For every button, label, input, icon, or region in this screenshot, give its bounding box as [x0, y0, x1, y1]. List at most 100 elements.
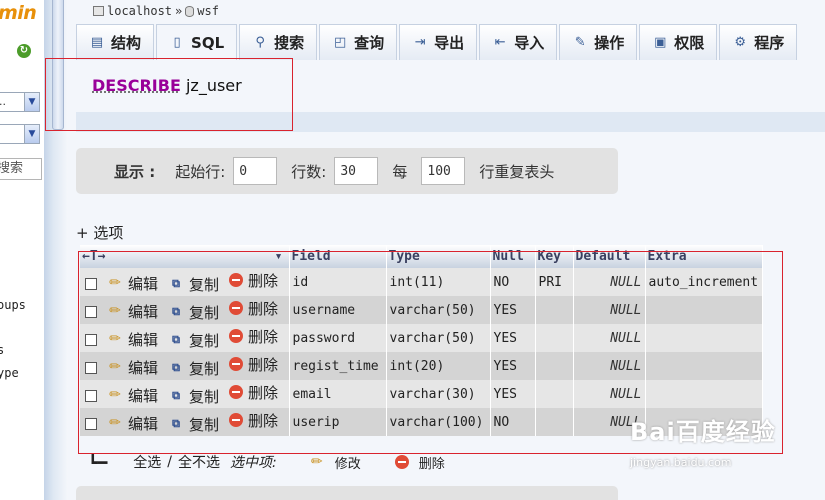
edit-button[interactable]: ✏ 编辑: [107, 329, 158, 350]
row-checkbox[interactable]: [85, 305, 97, 318]
tab-routines[interactable]: ⚙ 程序: [719, 24, 798, 60]
rows-input[interactable]: [334, 157, 379, 185]
cell-default: NULL: [573, 268, 646, 296]
edit-button[interactable]: ✏ 编辑: [107, 301, 158, 322]
tab-sql[interactable]: ▯ SQL: [156, 24, 238, 60]
scrollbar-thumb[interactable]: [52, 0, 64, 130]
copy-button[interactable]: ⧉ 复制: [168, 386, 219, 407]
cell-extra: [645, 380, 763, 408]
table-select[interactable]: ▼: [0, 124, 40, 144]
cell-extra: [645, 296, 763, 324]
table-row[interactable]: ✏ 编辑 ⧉ 复制 删除 id int(11) NO PRI NULL auto_increment: [80, 268, 763, 296]
row-actions-cell: ✏ 编辑 ⧉ 复制 删除: [80, 352, 290, 380]
table-row[interactable]: ✏ 编辑 ⧉ 复制 删除 password varchar(50) YES NULL: [80, 324, 763, 352]
cell-field: email: [289, 380, 387, 408]
delete-label: 删除: [248, 383, 279, 402]
column-header-field[interactable]: Field: [289, 245, 387, 268]
breadcrumb-server[interactable]: localhost: [107, 4, 172, 18]
delete-label: 删除: [248, 271, 279, 290]
row-checkbox[interactable]: [85, 389, 97, 402]
options-link[interactable]: + 选项: [76, 222, 123, 243]
tab-privileges[interactable]: ▣ 权限: [639, 24, 718, 60]
edit-button[interactable]: ✏ 编辑: [107, 357, 158, 378]
delete-button[interactable]: 删除: [229, 298, 278, 319]
table-row[interactable]: ✏ 编辑 ⧉ 复制 删除 regist_time int(20) YES NULL: [80, 352, 763, 380]
row-checkbox[interactable]: [85, 417, 97, 430]
column-header-extra[interactable]: Extra: [645, 245, 763, 268]
tab-label: 搜索: [274, 34, 305, 52]
tab-import[interactable]: ⇤ 导入: [479, 24, 558, 60]
search-icon: ⚲: [255, 35, 265, 50]
bulk-edit-button[interactable]: ✏ 修改: [309, 453, 361, 472]
cell-null: YES: [490, 296, 536, 324]
row-checkbox[interactable]: [85, 333, 97, 346]
sort-dropdown-icon[interactable]: ▾: [275, 249, 283, 264]
row-checkbox[interactable]: [85, 361, 97, 374]
sort-arrows-header[interactable]: ←T→ ▾: [80, 245, 290, 268]
column-header-null[interactable]: Null: [490, 245, 536, 268]
pencil-icon: ✏: [109, 275, 121, 291]
copy-button[interactable]: ⧉ 复制: [168, 302, 219, 323]
frame-divider[interactable]: [44, 0, 68, 500]
selection-separator: /: [167, 454, 172, 470]
row-checkbox[interactable]: [85, 277, 97, 290]
sort-arrows[interactable]: ←T→: [82, 249, 105, 264]
database-select[interactable]: .. ▼: [0, 92, 40, 112]
nav-item[interactable]: ype: [0, 366, 19, 380]
breadcrumb-database[interactable]: wsf: [197, 4, 219, 18]
repeat-header-input[interactable]: [421, 157, 466, 185]
tab-label: 结构: [111, 34, 142, 52]
edit-button[interactable]: ✏ 编辑: [107, 413, 158, 434]
tab-operations[interactable]: ✎ 操作: [559, 24, 638, 60]
tab-search[interactable]: ⚲ 搜索: [239, 24, 318, 60]
watermark-url: jingyan.baidu.com: [630, 456, 732, 469]
copy-button[interactable]: ⧉ 复制: [168, 274, 219, 295]
chevron-down-icon: ▼: [24, 125, 39, 143]
column-header-default[interactable]: Default: [573, 245, 646, 268]
delete-button[interactable]: 删除: [229, 270, 278, 291]
export-icon: ⇥: [414, 35, 426, 50]
cell-extra: auto_increment: [645, 268, 763, 296]
copy-label: 复制: [189, 415, 220, 434]
cell-key: [535, 380, 574, 408]
uncheck-all-link: 全不选: [177, 455, 220, 471]
copy-button[interactable]: ⧉ 复制: [168, 414, 219, 435]
tab-export[interactable]: ⇥ 导出: [399, 24, 478, 60]
show-button[interactable]: 显示 :: [114, 161, 155, 182]
cell-default: NULL: [573, 296, 646, 324]
cell-key: [535, 324, 574, 352]
with-selected-label: 选中项:: [229, 455, 277, 471]
tab-structure[interactable]: ▤ 结构: [76, 24, 155, 60]
delete-button[interactable]: 删除: [229, 382, 278, 403]
table-row[interactable]: ✏ 编辑 ⧉ 复制 删除 email varchar(30) YES NULL: [80, 380, 763, 408]
column-header-key[interactable]: Key: [535, 245, 574, 268]
display-options-bar: 显示 : 起始行: 行数: 每 行重复表头: [76, 148, 618, 194]
delete-icon: [229, 385, 244, 399]
edit-label: 编辑: [128, 330, 159, 349]
table-row[interactable]: ✏ 编辑 ⧉ 复制 删除 username varchar(50) YES NULL: [80, 296, 763, 324]
nav-item[interactable]: oups: [0, 298, 26, 312]
pencil-icon: ✏: [109, 331, 121, 347]
sql-keyword-link[interactable]: DESCRIBE: [92, 76, 181, 95]
start-row-input[interactable]: [233, 157, 278, 185]
check-all-link[interactable]: 全选: [133, 452, 161, 472]
bulk-delete-button[interactable]: 删除: [394, 453, 445, 472]
delete-button[interactable]: 删除: [229, 326, 278, 347]
edit-button[interactable]: ✏ 编辑: [107, 385, 158, 406]
delete-label: 删除: [248, 411, 279, 430]
tab-query[interactable]: ◰ 查询: [319, 24, 398, 60]
pencil-icon: ✏: [109, 387, 121, 403]
nav-item[interactable]: s: [0, 343, 4, 357]
reload-icon[interactable]: ↻: [17, 44, 31, 58]
phpmyadmin-logo[interactable]: min: [0, 2, 37, 24]
copy-button[interactable]: ⧉ 复制: [168, 330, 219, 351]
cell-default: NULL: [573, 324, 646, 352]
delete-button[interactable]: 删除: [229, 354, 278, 375]
edit-button[interactable]: ✏ 编辑: [107, 273, 158, 294]
column-header-type[interactable]: Type: [386, 245, 491, 268]
nav-search-input[interactable]: 搜索: [0, 158, 42, 180]
tab-label: 权限: [674, 34, 705, 52]
delete-button[interactable]: 删除: [229, 410, 278, 431]
display-options-bar-bottom: [76, 486, 618, 500]
copy-button[interactable]: ⧉ 复制: [168, 358, 219, 379]
